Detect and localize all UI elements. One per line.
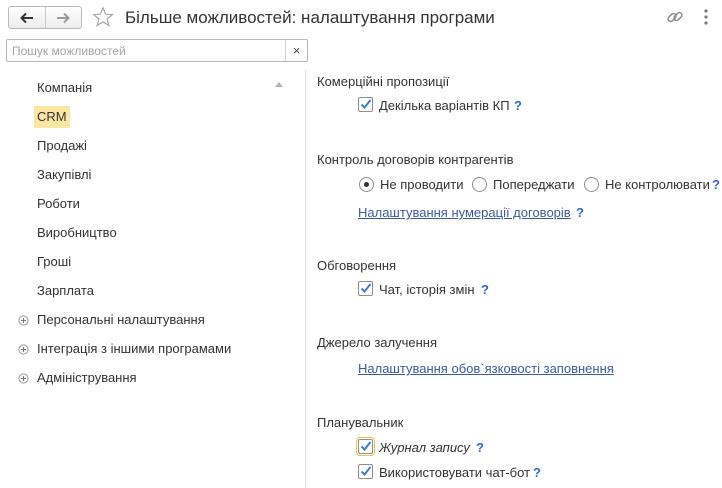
section-title-source: Джерело залучення xyxy=(317,335,438,350)
sidebar-item-integration[interactable]: Інтеграція з іншими програмами xyxy=(37,338,231,360)
header-bar: Більше можливостей: налаштування програм… xyxy=(0,0,722,36)
section-title-contracts: Контроль договорів контрагентів xyxy=(317,152,514,167)
journal-label[interactable]: Журнал запису xyxy=(379,440,470,455)
help-icon[interactable]: ? xyxy=(712,177,720,192)
radio-warn[interactable] xyxy=(472,177,487,192)
help-icon[interactable]: ? xyxy=(576,205,584,220)
sidebar-item-works[interactable]: Роботи xyxy=(37,193,80,215)
section-title-planner: Планувальник xyxy=(317,415,404,430)
help-icon[interactable]: ? xyxy=(514,98,522,113)
chat-history-checkbox[interactable] xyxy=(358,281,373,296)
multi-variants-label[interactable]: Декілька варіантів КП xyxy=(379,98,510,113)
chat-history-label[interactable]: Чат, історія змін xyxy=(379,282,475,297)
back-button[interactable] xyxy=(9,7,45,28)
settings-panel: Комерційні пропозиції Декілька варіантів… xyxy=(306,62,722,488)
chatbot-label[interactable]: Використовувати чат-бот xyxy=(379,465,530,480)
radio-warn-label[interactable]: Попереджати xyxy=(493,177,574,192)
sidebar-item-purchases[interactable]: Закупівлі xyxy=(37,164,91,186)
contracts-numbering-link[interactable]: Налаштування нумерації договорів xyxy=(358,205,571,220)
expand-icon[interactable] xyxy=(18,315,29,326)
radio-not-control[interactable] xyxy=(584,177,599,192)
star-icon[interactable] xyxy=(92,6,114,28)
sidebar-item-salary[interactable]: Зарплата xyxy=(37,280,94,302)
sidebar-item-company[interactable]: Компанія xyxy=(37,77,92,99)
radio-not-control-label[interactable]: Не контролювати xyxy=(605,177,710,192)
sidebar-item-production[interactable]: Виробництво xyxy=(37,222,117,244)
checkmark-icon xyxy=(360,283,372,293)
sidebar-item-sales[interactable]: Продажі xyxy=(37,135,87,157)
sidebar-item-crm[interactable]: CRM xyxy=(34,106,70,128)
section-title-commercial: Комерційні пропозиції xyxy=(317,74,450,89)
sidebar-item-personal-settings[interactable]: Персональні налаштування xyxy=(37,309,205,331)
radio-not-process-label[interactable]: Не проводити xyxy=(380,177,464,192)
checkmark-icon xyxy=(360,466,372,476)
section-title-discussion: Обговорення xyxy=(317,258,397,273)
arrow-left-icon xyxy=(19,12,33,23)
sidebar-item-administration[interactable]: Адміністрування xyxy=(37,367,137,389)
expand-icon[interactable] xyxy=(18,344,29,355)
sidebar xyxy=(0,70,305,488)
page-title: Більше можливостей: налаштування програм… xyxy=(125,8,495,27)
search-input[interactable] xyxy=(7,40,285,61)
checkmark-icon xyxy=(360,99,372,109)
journal-checkbox[interactable] xyxy=(356,437,375,456)
expand-icon[interactable] xyxy=(18,373,29,384)
chatbot-checkbox[interactable] xyxy=(358,464,373,479)
more-vertical-icon[interactable] xyxy=(699,8,713,26)
link-icon[interactable] xyxy=(666,8,684,26)
required-fields-link[interactable]: Налаштування обов`язковості заповнення xyxy=(358,361,614,376)
radio-not-process[interactable] xyxy=(359,177,374,192)
forward-button[interactable] xyxy=(44,7,82,28)
help-icon[interactable]: ? xyxy=(533,465,541,480)
scroll-up-icon[interactable] xyxy=(275,81,283,87)
search-clear-button[interactable]: × xyxy=(285,40,307,61)
sidebar-item-money[interactable]: Гроші xyxy=(37,251,71,273)
checkmark-icon xyxy=(360,441,372,451)
arrow-right-icon xyxy=(57,12,71,23)
search-box: × xyxy=(6,39,308,62)
navigation-buttons xyxy=(8,6,82,29)
help-icon[interactable]: ? xyxy=(476,440,484,455)
multi-variants-checkbox[interactable] xyxy=(358,97,373,112)
help-icon[interactable]: ? xyxy=(481,282,489,297)
